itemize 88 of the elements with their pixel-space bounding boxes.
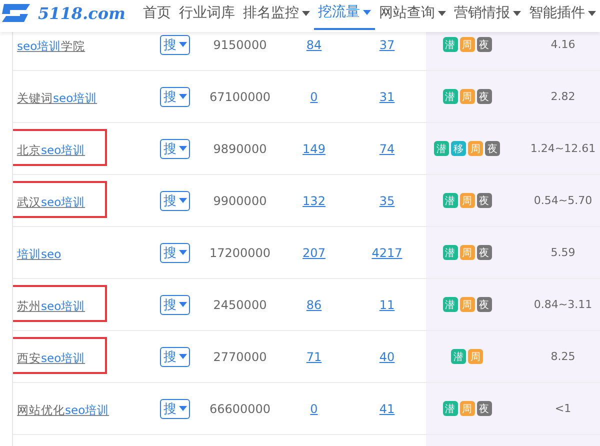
value-text: 0.54~5.70 xyxy=(534,194,592,207)
keyword-link[interactable]: 网站优化seo培训 xyxy=(17,403,110,417)
count-link[interactable]: 37 xyxy=(379,38,395,52)
value-text: 5.59 xyxy=(550,246,576,259)
count-link[interactable]: 84 xyxy=(306,38,322,52)
tag: 夜 xyxy=(485,141,500,156)
tag: 潜 xyxy=(434,141,449,156)
index-value: 67100000 xyxy=(209,90,271,104)
search-dropdown-button[interactable]: 搜 xyxy=(160,34,190,54)
logo-text[interactable]: 5118.com xyxy=(38,4,126,22)
caret-icon xyxy=(178,42,186,47)
tag: 移 xyxy=(451,141,466,156)
search-dropdown-button[interactable]: 搜 xyxy=(160,398,190,418)
value-text: 8.25 xyxy=(550,350,576,363)
caret-icon xyxy=(178,146,186,151)
tag: 潜 xyxy=(451,349,466,364)
count-link[interactable]: 86 xyxy=(306,298,322,312)
search-dropdown-button[interactable]: 搜 xyxy=(160,190,190,210)
keyword-link[interactable]: 苏州seo培训 xyxy=(17,299,86,313)
tag: 周 xyxy=(468,349,483,364)
tag: 周 xyxy=(460,37,474,52)
tag: 潜 xyxy=(442,37,458,52)
tag: 潜 xyxy=(442,89,458,104)
nav-item[interactable]: 行业词库 xyxy=(175,0,239,30)
value-text: <1 xyxy=(554,402,572,415)
tag: 周 xyxy=(460,193,474,208)
count-link[interactable]: 11 xyxy=(379,298,395,312)
value-text: 0.84~3.11 xyxy=(534,298,592,311)
tag: 周 xyxy=(460,89,474,104)
nav-item[interactable]: 营销情报 xyxy=(450,0,525,30)
keyword-link[interactable]: 武汉seo培训 xyxy=(17,195,86,209)
caret-icon xyxy=(178,406,186,411)
index-value: 9890000 xyxy=(213,142,267,156)
count-link[interactable]: 40 xyxy=(379,350,395,364)
tag: 潜 xyxy=(442,401,458,416)
search-dropdown-button[interactable]: 搜 xyxy=(160,86,190,106)
keyword-link[interactable]: 关键词seo培训 xyxy=(17,91,98,105)
count-link[interactable]: 149 xyxy=(302,142,326,156)
keyword-link[interactable]: 西安seo培训 xyxy=(17,351,86,365)
count-link[interactable]: 0 xyxy=(310,90,318,104)
tag: 周 xyxy=(460,401,474,416)
value-text: 2.82 xyxy=(550,90,576,103)
tag: 潜 xyxy=(442,193,458,208)
caret-icon xyxy=(178,94,186,99)
nav-item[interactable]: 挖流量 xyxy=(314,0,375,30)
tag: 潜 xyxy=(442,297,458,312)
nav-item[interactable]: 首页 xyxy=(139,0,175,30)
caret-icon xyxy=(178,354,186,359)
tag: 周 xyxy=(460,245,474,260)
search-dropdown-button[interactable]: 搜 xyxy=(160,138,190,158)
count-link[interactable]: 207 xyxy=(302,246,326,260)
tag: 潜 xyxy=(442,245,458,260)
keyword-link[interactable]: seo培训学院 xyxy=(17,39,86,53)
value-text: 4.16 xyxy=(550,38,576,51)
index-value: 66600000 xyxy=(209,402,271,416)
nav-item[interactable]: 排名监控 xyxy=(239,0,314,30)
tag: 夜 xyxy=(476,245,492,260)
keyword-link[interactable]: 北京seo培训 xyxy=(17,143,86,157)
count-link[interactable]: 0 xyxy=(310,402,318,416)
index-value: 2450000 xyxy=(213,298,267,312)
caret-icon xyxy=(178,198,186,203)
tag: 夜 xyxy=(476,89,492,104)
nav-item[interactable]: 智能插件 xyxy=(525,0,600,30)
count-link[interactable]: 41 xyxy=(379,402,395,416)
index-value: 2770000 xyxy=(213,350,267,364)
index-value: 17200000 xyxy=(209,246,271,260)
count-link[interactable]: 4217 xyxy=(372,246,402,260)
index-value: 9900000 xyxy=(213,194,267,208)
tag: 夜 xyxy=(476,37,492,52)
tag: 夜 xyxy=(476,297,492,312)
search-dropdown-button[interactable]: 搜 xyxy=(160,242,190,262)
nav-item[interactable]: 网站查询 xyxy=(375,0,450,30)
tag: 夜 xyxy=(476,401,492,416)
tag: 夜 xyxy=(476,193,492,208)
count-link[interactable]: 132 xyxy=(302,194,326,208)
count-link[interactable]: 74 xyxy=(379,142,395,156)
tag: 周 xyxy=(468,141,483,156)
search-dropdown-button[interactable]: 搜 xyxy=(160,294,190,314)
value-text: 1.24~12.61 xyxy=(530,142,596,155)
count-link[interactable]: 31 xyxy=(379,90,395,104)
keyword-link[interactable]: 培训seo xyxy=(17,247,62,261)
search-dropdown-button[interactable]: 搜 xyxy=(160,346,190,366)
count-link[interactable]: 35 xyxy=(379,194,395,208)
count-link[interactable]: 71 xyxy=(306,350,322,364)
caret-icon xyxy=(178,302,186,307)
index-value: 9150000 xyxy=(213,38,267,52)
caret-icon xyxy=(178,250,186,255)
tag: 周 xyxy=(460,297,474,312)
